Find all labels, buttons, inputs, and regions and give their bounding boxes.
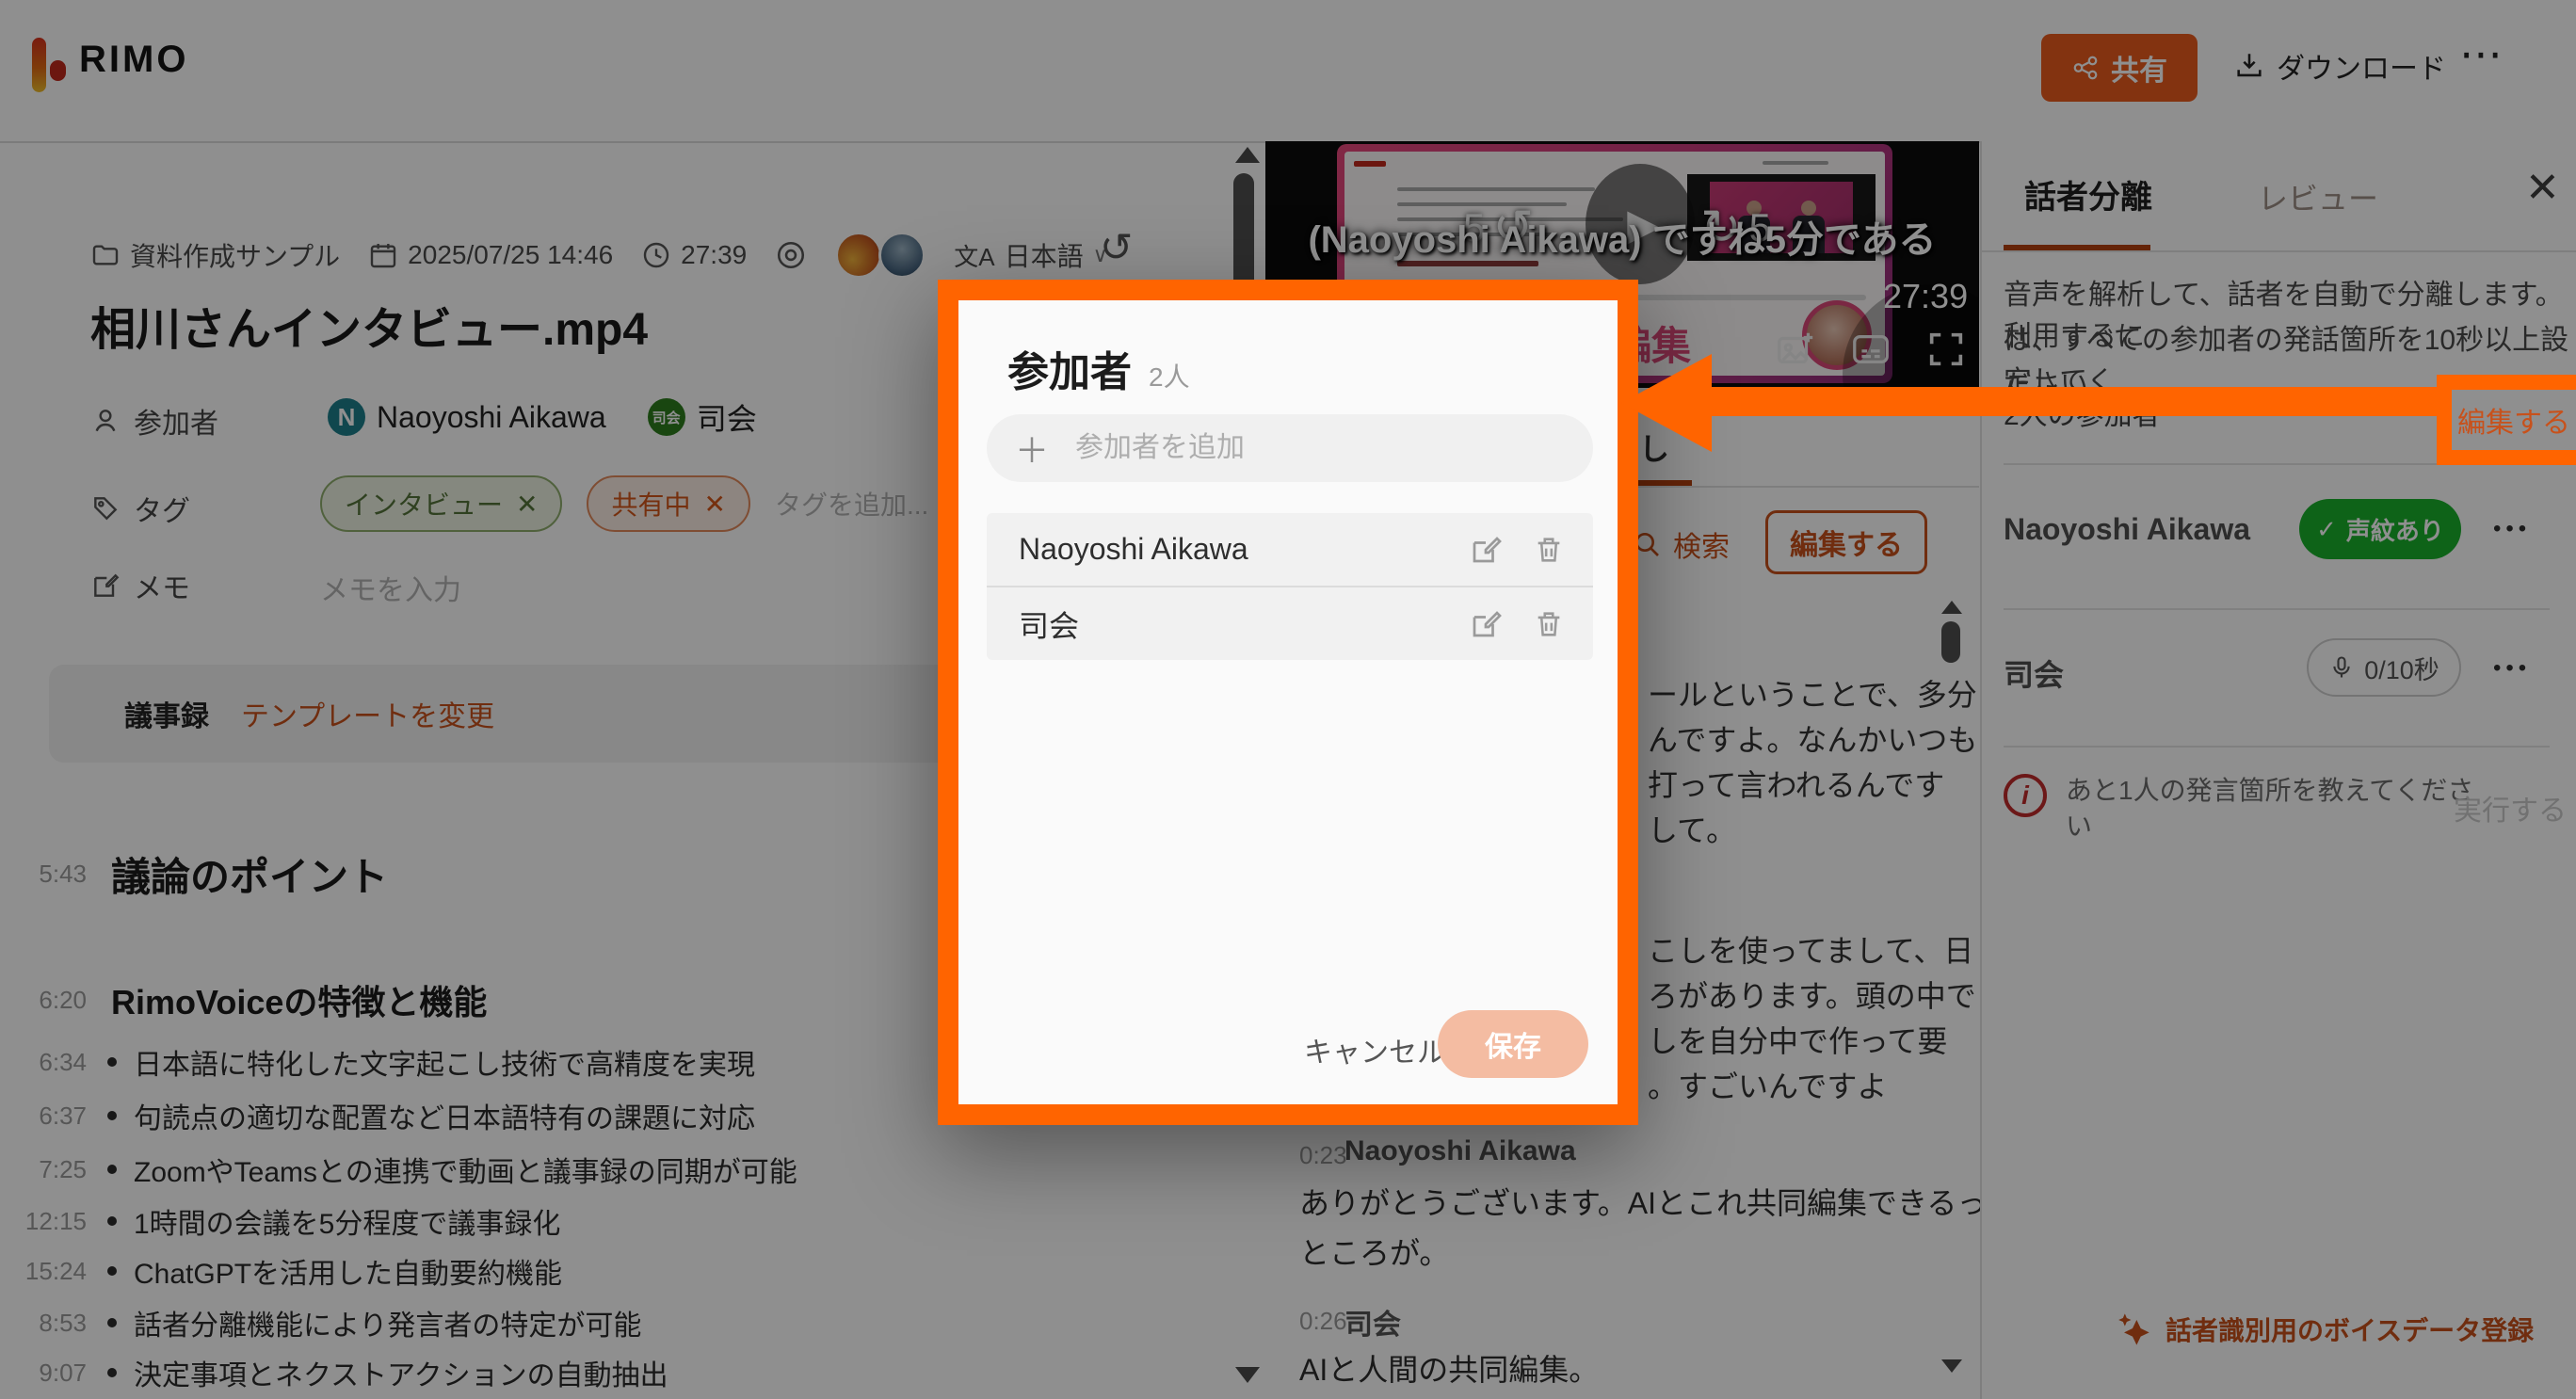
- participant-row: Naoyoshi Aikawa: [987, 513, 1593, 586]
- edit-participants-link[interactable]: 編集する: [2457, 399, 2570, 441]
- participants-modal: 参加者 2人 ＋ Naoyoshi Aikawa 司会: [938, 280, 1638, 1125]
- participants-list: Naoyoshi Aikawa 司会: [987, 513, 1593, 660]
- annotation-arrow-shaft: [1706, 387, 2452, 416]
- annotation-arrow-head: [1621, 354, 1712, 452]
- participant-row: 司会: [987, 586, 1593, 660]
- delete-participant-icon[interactable]: [1533, 534, 1565, 566]
- plus-icon: ＋: [1015, 424, 1049, 473]
- modal-title-row: 参加者 2人: [1007, 338, 1190, 398]
- annotation-highlight-box: 編集する: [2437, 375, 2576, 465]
- cancel-button[interactable]: キャンセル: [1304, 1029, 1445, 1070]
- add-participant-input[interactable]: [1073, 431, 1529, 465]
- participants-count: 2人: [1149, 357, 1190, 394]
- add-participant-field[interactable]: ＋: [987, 414, 1593, 482]
- edit-participant-icon[interactable]: [1469, 533, 1503, 567]
- save-button[interactable]: 保存: [1438, 1010, 1588, 1078]
- modal-title: 参加者: [1007, 338, 1132, 398]
- edit-participant-icon[interactable]: [1469, 607, 1503, 641]
- delete-participant-icon[interactable]: [1533, 608, 1565, 640]
